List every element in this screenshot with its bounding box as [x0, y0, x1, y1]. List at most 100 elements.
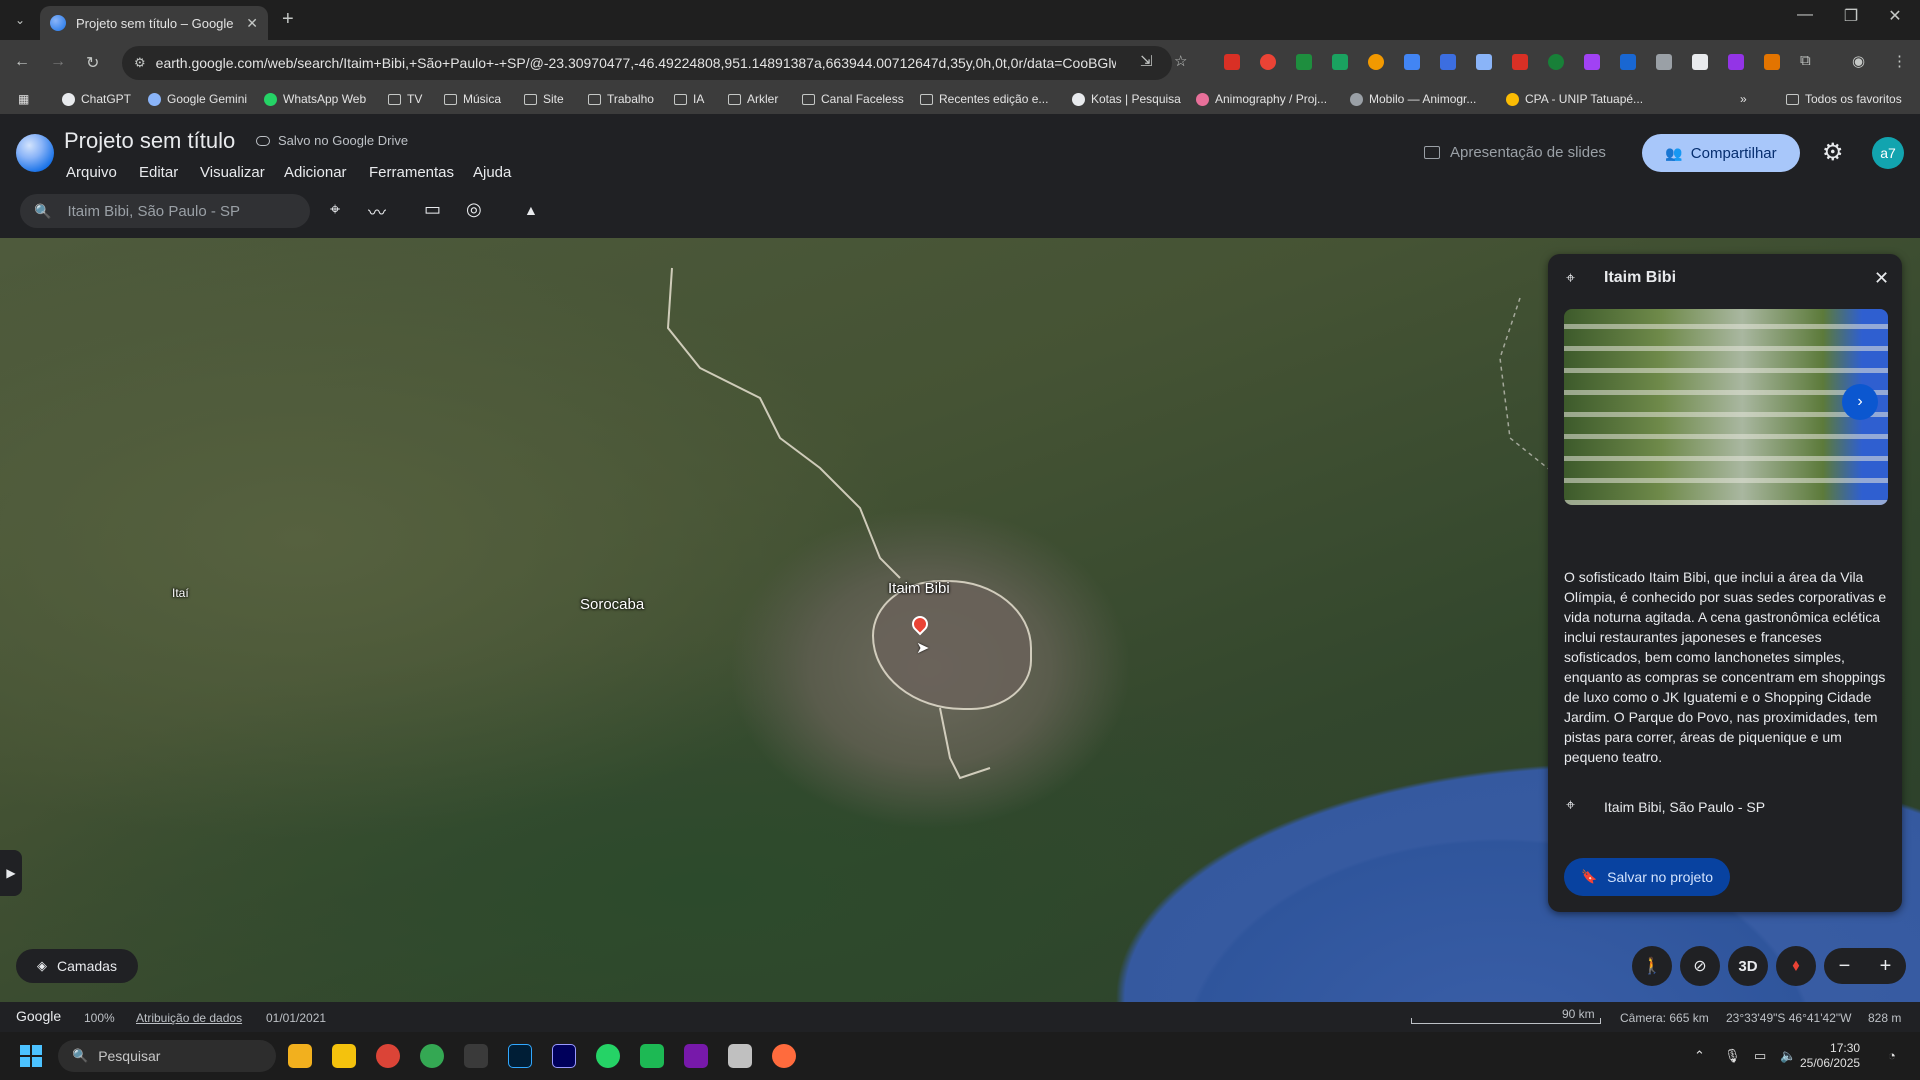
save-to-project-button[interactable]: 🔖 Salvar no projeto — [1564, 858, 1730, 896]
restore-icon[interactable]: ❐ — [1828, 6, 1874, 26]
bookmark-folder-arkler[interactable]: Arkler — [728, 92, 778, 106]
bookmark-kotas[interactable]: Kotas | Pesquisa — [1072, 92, 1181, 106]
taskbar-search-input[interactable]: 🔍 Pesquisar — [58, 1040, 276, 1072]
app-icon[interactable] — [772, 1044, 796, 1068]
pegman-street-view-icon[interactable]: 🚶 — [1632, 946, 1672, 986]
collapse-toolbar-icon[interactable]: ▲ — [524, 202, 538, 218]
bookmark-folder-trabalho[interactable]: Trabalho — [588, 92, 654, 106]
extension-icon[interactable] — [1656, 54, 1672, 70]
file-explorer-icon[interactable] — [332, 1044, 356, 1068]
whatsapp-icon[interactable] — [596, 1044, 620, 1068]
account-avatar[interactable]: a7 — [1872, 137, 1904, 169]
menu-editar[interactable]: Editar — [139, 164, 178, 181]
reload-icon[interactable]: ↻ — [86, 53, 99, 73]
menu-ajuda[interactable]: Ajuda — [473, 164, 511, 181]
all-bookmarks-folder[interactable]: Todos os favoritos — [1786, 92, 1902, 106]
microphone-icon[interactable]: 🎙 — [1724, 1048, 1741, 1064]
extension-icon[interactable] — [1404, 54, 1420, 70]
extension-icon[interactable] — [1692, 54, 1708, 70]
search-input[interactable]: 🔍 Itaim Bibi, São Paulo - SP — [20, 194, 310, 228]
bookmark-cpa-unip[interactable]: CPA - UNIP Tatuapé... — [1506, 92, 1643, 106]
tab-close-icon[interactable]: ✕ — [246, 15, 258, 32]
windows-start-icon[interactable] — [20, 1045, 42, 1067]
close-icon[interactable]: ✕ — [1874, 268, 1889, 289]
extension-icon[interactable] — [1584, 54, 1600, 70]
chrome-icon[interactable] — [376, 1044, 400, 1068]
photoshop-icon[interactable] — [508, 1044, 532, 1068]
app-icon[interactable] — [640, 1044, 664, 1068]
bookmark-folder-ia[interactable]: IA — [674, 92, 704, 106]
data-attribution-link[interactable]: Atribuição de dados — [136, 1011, 242, 1025]
site-info-icon[interactable]: ⚙ — [134, 55, 146, 71]
forward-icon[interactable]: → — [50, 53, 66, 71]
bookmark-whatsapp[interactable]: WhatsApp Web — [264, 92, 366, 106]
settings-gear-icon[interactable]: ⚙ — [1822, 138, 1844, 167]
extension-icon[interactable] — [1440, 54, 1456, 70]
zoom-in-icon[interactable]: + — [1880, 955, 1892, 978]
place-photo[interactable] — [1564, 309, 1888, 505]
extension-icon[interactable] — [1620, 54, 1636, 70]
project-title[interactable]: Projeto sem título — [64, 128, 235, 154]
system-clock[interactable]: 17:30 25/06/2025 — [1800, 1041, 1860, 1071]
menu-arquivo[interactable]: Arquivo — [66, 164, 117, 181]
menu-visualizar[interactable]: Visualizar — [200, 164, 265, 181]
bookmark-folder-site[interactable]: Site — [524, 92, 564, 106]
task-list-icon[interactable] — [464, 1044, 488, 1068]
measure-ruler-icon[interactable]: ▭ — [424, 199, 441, 220]
compass-icon[interactable]: ⬧ — [1776, 946, 1816, 986]
expand-sidebar-chevron-icon[interactable]: ▶ — [0, 850, 22, 896]
app-icon[interactable] — [728, 1044, 752, 1068]
google-earth-logo-icon[interactable] — [16, 134, 54, 172]
share-button[interactable]: 👥 Compartilhar — [1642, 134, 1800, 172]
tab-search-icon[interactable]: ⌄ — [8, 8, 32, 32]
new-tab-icon[interactable]: + — [282, 8, 294, 31]
bookmark-chatgpt[interactable]: ChatGPT — [62, 92, 131, 106]
extension-icon[interactable] — [1512, 54, 1528, 70]
zoom-out-icon[interactable]: − — [1839, 955, 1851, 978]
show-hidden-icons-icon[interactable]: ⌃ — [1694, 1048, 1705, 1064]
apps-grid-icon[interactable]: ▦ — [18, 92, 29, 106]
chrome-profile-icon[interactable] — [420, 1044, 444, 1068]
toggle-3d-button[interactable]: 3D — [1728, 946, 1768, 986]
volume-icon[interactable]: 🔈 — [1780, 1048, 1796, 1064]
extension-icon[interactable] — [1332, 54, 1348, 70]
capture-view-icon[interactable]: ◎ — [466, 199, 482, 220]
slideshow-button[interactable]: Apresentação de slides — [1424, 144, 1606, 161]
bookmark-folder-musica[interactable]: Música — [444, 92, 501, 106]
extension-icon[interactable] — [1224, 54, 1240, 70]
bookmark-mobilo[interactable]: Mobilo — Animogr... — [1350, 92, 1476, 106]
extensions-puzzle-icon[interactable]: ⧉ — [1800, 52, 1811, 69]
draw-path-icon[interactable]: 〰 — [368, 199, 386, 225]
bookmarks-overflow[interactable]: » — [1740, 92, 1747, 106]
add-placemark-icon[interactable]: ⌖ — [330, 199, 340, 220]
extension-icon[interactable] — [1368, 54, 1384, 70]
extension-icon[interactable] — [1764, 54, 1780, 70]
layers-button[interactable]: ◈ Camadas — [16, 949, 138, 983]
after-effects-icon[interactable] — [552, 1044, 576, 1068]
minimize-icon[interactable]: — — [1782, 6, 1828, 24]
browser-menu-icon[interactable]: ⋮ — [1892, 52, 1907, 70]
bookmark-folder-canal[interactable]: Canal Faceless — [802, 92, 904, 106]
install-app-icon[interactable]: ⇲ — [1140, 52, 1153, 70]
menu-adicionar[interactable]: Adicionar — [284, 164, 347, 181]
extension-icon[interactable] — [1296, 54, 1312, 70]
bookmark-animography[interactable]: Animography / Proj... — [1196, 92, 1327, 106]
browser-tab[interactable]: Projeto sem título – Google Ear ✕ — [40, 6, 268, 40]
network-icon[interactable]: ▭ — [1754, 1048, 1766, 1064]
extension-icon[interactable] — [1728, 54, 1744, 70]
back-icon[interactable]: ← — [14, 53, 30, 71]
onenote-icon[interactable] — [684, 1044, 708, 1068]
extension-icon[interactable] — [1476, 54, 1492, 70]
menu-ferramentas[interactable]: Ferramentas — [369, 164, 454, 181]
bookmark-folder-tv[interactable]: TV — [388, 92, 422, 106]
extension-icon[interactable] — [1260, 54, 1276, 70]
map-label-itai[interactable]: Itaí — [172, 586, 189, 600]
notes-app-icon[interactable] — [288, 1044, 312, 1068]
bookmark-star-icon[interactable]: ☆ — [1174, 52, 1187, 70]
reset-tilt-icon[interactable]: ⊘ — [1680, 946, 1720, 986]
next-photo-chevron-icon[interactable]: › — [1842, 384, 1878, 420]
bookmark-gemini[interactable]: Google Gemini — [148, 92, 247, 106]
address-bar[interactable]: ⚙ earth.google.com/web/search/Itaim+Bibi… — [122, 46, 1172, 80]
close-window-icon[interactable]: ✕ — [1872, 6, 1918, 26]
map-label-itaim-bibi[interactable]: Itaim Bibi — [888, 580, 950, 597]
